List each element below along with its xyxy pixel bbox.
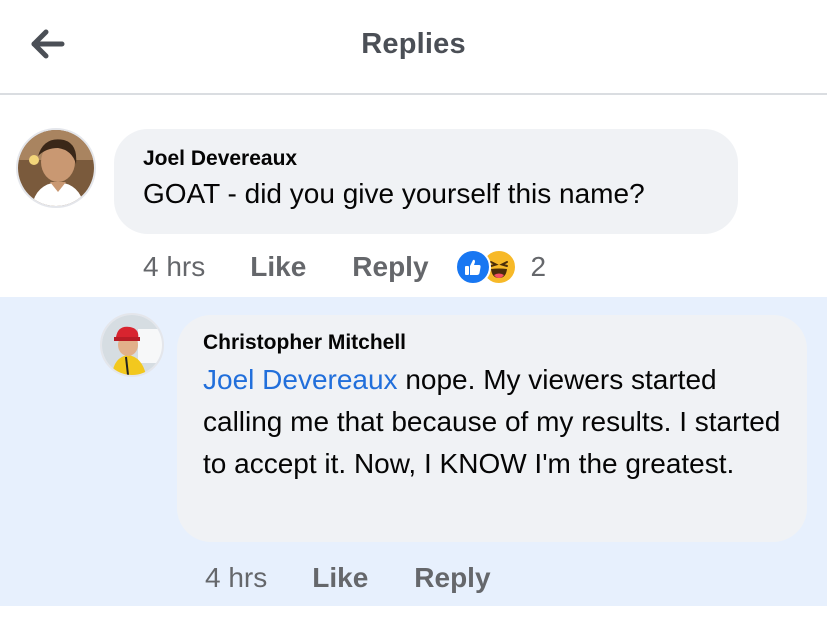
page-title: Replies [361,28,466,60]
footer-space [0,606,827,634]
comment: Joel Devereaux GOAT - did you give yours… [0,95,827,297]
avatar[interactable] [16,128,96,208]
comment-text: Joel Devereaux nope. My viewers started … [203,359,781,485]
mention-link[interactable]: Joel Devereaux [203,364,398,395]
like-button[interactable]: Like [250,251,306,283]
comment-text: GOAT - did you give yourself this name? [143,178,645,209]
avatar[interactable] [100,313,164,377]
comment-bubble: Joel Devereaux GOAT - did you give yours… [114,129,738,234]
comment-timestamp[interactable]: 4 hrs [205,562,267,594]
comment-bubble: Christopher Mitchell Joel Devereaux nope… [177,315,807,542]
comment-author[interactable]: Christopher Mitchell [203,331,781,355]
reply-button[interactable]: Reply [352,251,428,283]
like-reaction-icon [454,249,491,285]
comment-author[interactable]: Joel Devereaux [143,147,709,171]
comment-timestamp[interactable]: 4 hrs [143,251,205,283]
reaction-count: 2 [530,251,547,282]
like-button[interactable]: Like [312,562,368,594]
reply-button[interactable]: Reply [414,562,490,594]
reaction-summary[interactable]: 2 [454,249,547,285]
highlighted-reply: Christopher Mitchell Joel Devereaux nope… [0,297,827,606]
top-bar: Replies [0,0,827,95]
comment-actions: 4 hrs Like Reply [205,562,537,594]
comment-actions: 4 hrs Like Reply 2 [143,249,546,285]
